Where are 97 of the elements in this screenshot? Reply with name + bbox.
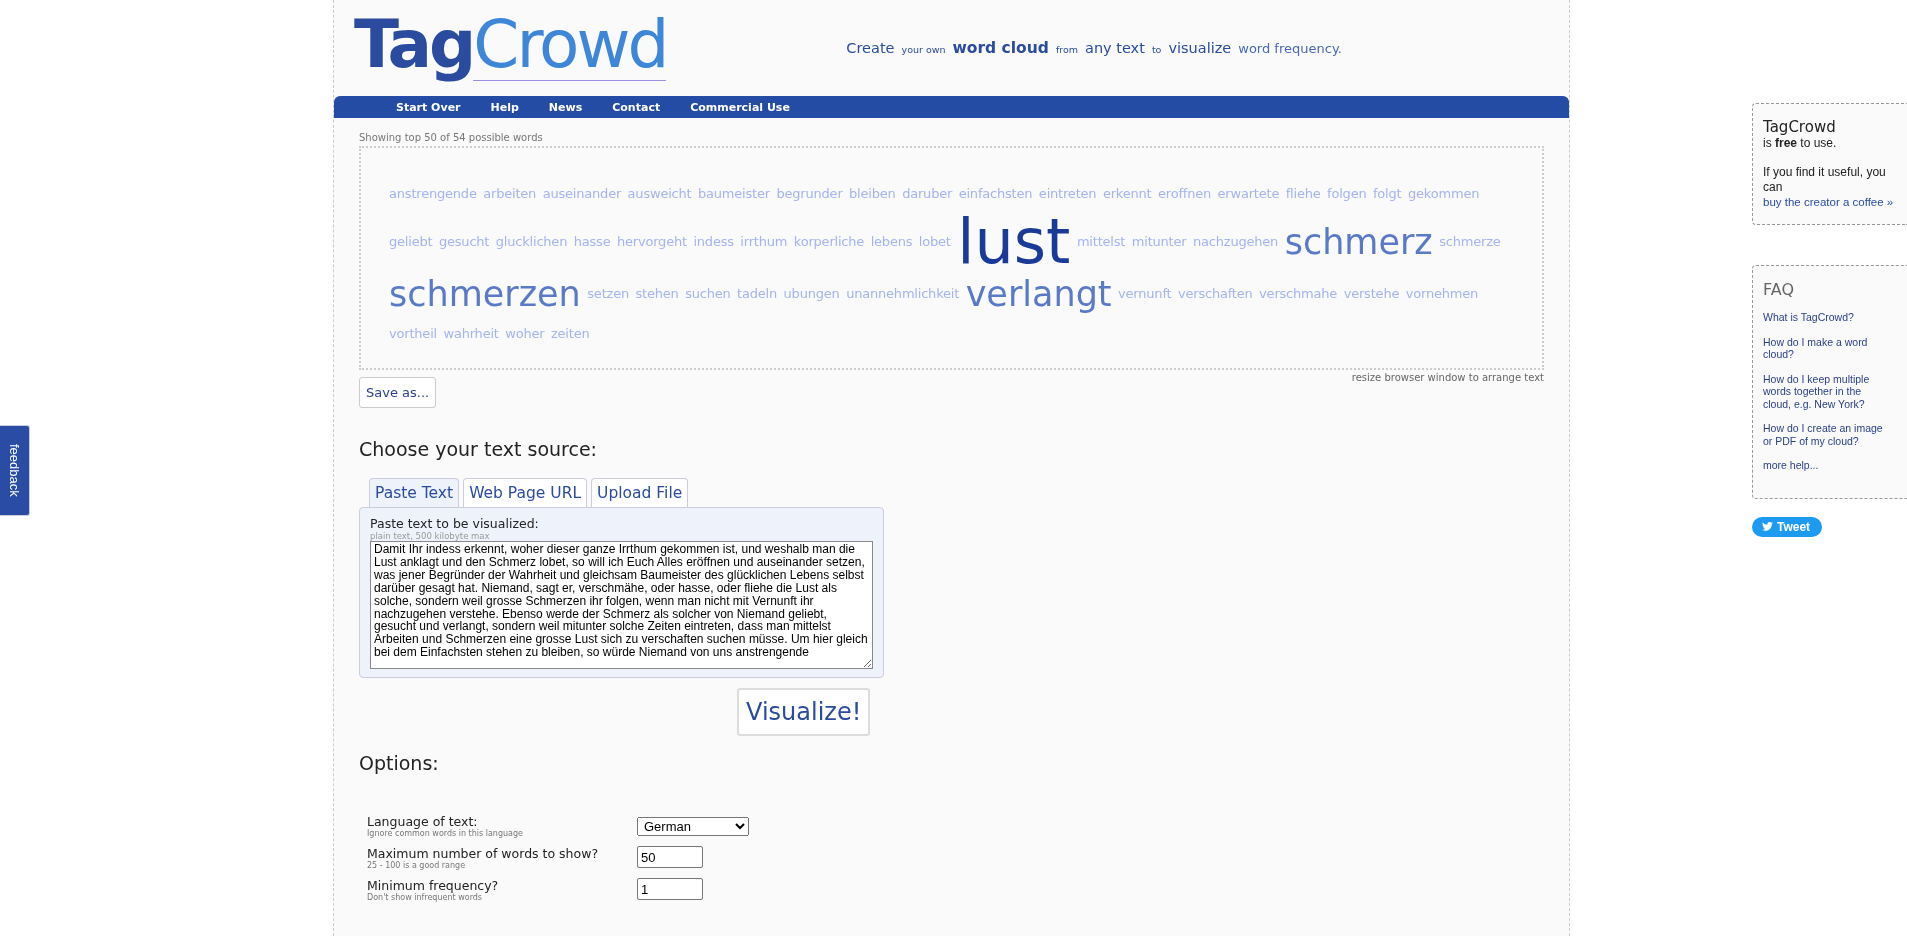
cloud-word: gesucht [438, 233, 490, 251]
cloud-word: suchen [685, 285, 731, 303]
visualize-button[interactable]: Visualize! [737, 688, 871, 736]
cloud-word: verstehe [1343, 285, 1400, 303]
cloud-word: irrthum [740, 233, 788, 251]
faq-link[interactable]: How do I keep multiple words together in the cloud, e.g. New York? [1763, 372, 1907, 410]
feedback-tab[interactable]: feedback [0, 425, 30, 516]
faq-link[interactable]: more help... [1763, 459, 1907, 472]
cloud-word: schmerzen [389, 273, 581, 316]
language-select[interactable]: German [637, 817, 749, 836]
tagline-text: your own [901, 44, 946, 55]
bird-icon [1762, 522, 1773, 531]
section-heading: Choose your text source: [359, 438, 598, 460]
save-button[interactable]: Save as... [359, 377, 437, 408]
cloud-word: vernunft [1118, 285, 1172, 303]
cloud-word: hervorgeht [616, 233, 687, 251]
cloud-word: hasse [573, 233, 611, 251]
cloud-word: verschaften [1177, 285, 1253, 303]
faq-title: FAQ [1763, 280, 1795, 299]
cloud-word: arbeiten [483, 185, 537, 203]
coffee-link[interactable]: buy the creator a coffee » [1763, 195, 1894, 210]
cloud-word: folgen [1327, 185, 1367, 203]
number-field[interactable]: 50 [637, 846, 703, 868]
promo-text: If you find it useful, you can [1763, 165, 1887, 195]
cloud-word: mittelst [1076, 233, 1126, 251]
option-label: Language of text: [367, 814, 478, 829]
cloud-word: fliehe [1285, 185, 1321, 203]
tagline-text: any text [1085, 40, 1145, 56]
nav-link[interactable]: News [548, 100, 583, 114]
cloud-word: auseinander [542, 185, 622, 203]
cloud-word: ausweicht [627, 185, 692, 203]
tagline-text: word frequency. [1238, 41, 1342, 56]
cloud-word: vortheil [389, 325, 437, 343]
cloud-word: unannehmlichkeit [846, 285, 960, 303]
option-hint: 25 - 100 is a good range [367, 861, 467, 870]
cloud-word: lust [957, 212, 1071, 272]
site-logo: TagCrowd [354, 11, 667, 81]
cloud-word: setzen [587, 285, 629, 303]
cloud-word: woher [505, 325, 545, 343]
option-label: Minimum frequency? [367, 878, 500, 893]
cloud-word: ubungen [783, 285, 840, 303]
cloud-word: mitunter [1131, 233, 1187, 251]
cloud-word: nachzugehen [1192, 233, 1279, 251]
tagline-text: visualize [1168, 40, 1232, 56]
faq-link[interactable]: How do I create an image or PDF of my cloud? [1763, 422, 1907, 447]
number-field[interactable]: 1 [637, 878, 703, 900]
cloud-caption: Showing top 50 of 54 possible words [359, 132, 544, 143]
cloud-word: tadeln [737, 285, 778, 303]
cloud-word: erwartete [1217, 185, 1280, 203]
source-tab[interactable]: Paste Text [369, 478, 460, 507]
section-heading: Options: [359, 752, 440, 774]
cloud-word: schmerz [1284, 221, 1433, 264]
cloud-word: verschmahe [1259, 285, 1338, 303]
cloud-word: bleiben [849, 185, 896, 203]
option-hint: Ignore common words in this language [367, 829, 524, 838]
arrange-note: resize browser window to arrange text [1351, 372, 1544, 383]
cloud-word: schmerze [1439, 233, 1501, 251]
cloud-word: einfachsten [958, 185, 1033, 203]
tagline-text: word cloud [952, 39, 1049, 57]
nav-link[interactable]: Commercial Use [690, 100, 790, 114]
tagline-text: from [1055, 44, 1078, 55]
cloud-word: wahrheit [443, 325, 499, 343]
field-hint: plain text, 500 kilobyte max [370, 531, 491, 541]
text-area[interactable]: Damit Ihr indess erkennt, woher dieser ganze Irrthum gekommen ist, und weshalb man die Lust anklagt und den Schmerz lobet, so will ich Euch Alles eröffnen und auseinander setzen, was jener Begründer der Wahrheit und gleichsam Baumeister des glücklichen Lebens selbst darüber gesagt hat. Niemand, sagt er, verschmähe, oder hasse, oder fliehe die Lust als solche, sondern weil grosse Schmerzen ihr folgen, wenn man nicht mit Vernunft ihr nachzugehen verstehe. Ebenso werde der Schmerz als solcher von Niemand geliebt, gesucht und verlangt, sondern weil mitunter solche Zeiten eintreten, dass man mittelst Arbeiten und Schmerzen eine grosse Lust sich zu verschaften suchen müsse. Um hier gleich bei dem Einfachsten stehen zu bleiben, so würde Niemand von uns anstrengende [370, 541, 873, 669]
cloud-word: gekommen [1408, 185, 1480, 203]
cloud-word: eintreten [1038, 185, 1097, 203]
promo-title: TagCrowd [1763, 118, 1837, 136]
cloud-word: verlangt [965, 273, 1112, 316]
cloud-word: indess [693, 233, 734, 251]
cloud-word: lobet [918, 233, 951, 251]
nav-link[interactable]: Help [490, 100, 519, 114]
nav-link[interactable]: Contact [612, 100, 661, 114]
cloud-word: anstrengende [389, 185, 477, 203]
cloud-word: daruber [902, 185, 953, 203]
cloud-word: glucklichen [495, 233, 568, 251]
option-hint: Don't show infrequent words [367, 893, 483, 902]
faq-link[interactable]: How do I make a word cloud? [1763, 335, 1907, 361]
promo-text: is free to use. [1763, 136, 1838, 151]
cloud-word: stehen [635, 285, 679, 303]
tagline-text: Create [846, 40, 895, 56]
source-tab[interactable]: Upload File [591, 478, 689, 507]
cloud-word: erkennt [1102, 185, 1152, 203]
cloud-word: lebens [870, 233, 913, 251]
cloud-word: baumeister [698, 185, 770, 203]
cloud-word: begrunder [776, 185, 843, 203]
field-label: Paste text to be visualized: [370, 516, 540, 531]
cloud-word: folgt [1373, 185, 1402, 203]
cloud-word: eroffnen [1157, 185, 1211, 203]
nav-link[interactable]: Start Over [396, 100, 461, 114]
cloud-word: zeiten [550, 325, 590, 343]
tagline-text: to [1151, 44, 1162, 55]
source-tab[interactable]: Web Page URL [463, 478, 588, 507]
cloud-word: vornehmen [1405, 285, 1479, 303]
option-label: Maximum number of words to show? [367, 846, 600, 861]
cloud-word: korperliche [793, 233, 865, 251]
cloud-word: geliebt [389, 233, 433, 251]
faq-link[interactable]: What is TagCrowd? [1763, 311, 1907, 324]
